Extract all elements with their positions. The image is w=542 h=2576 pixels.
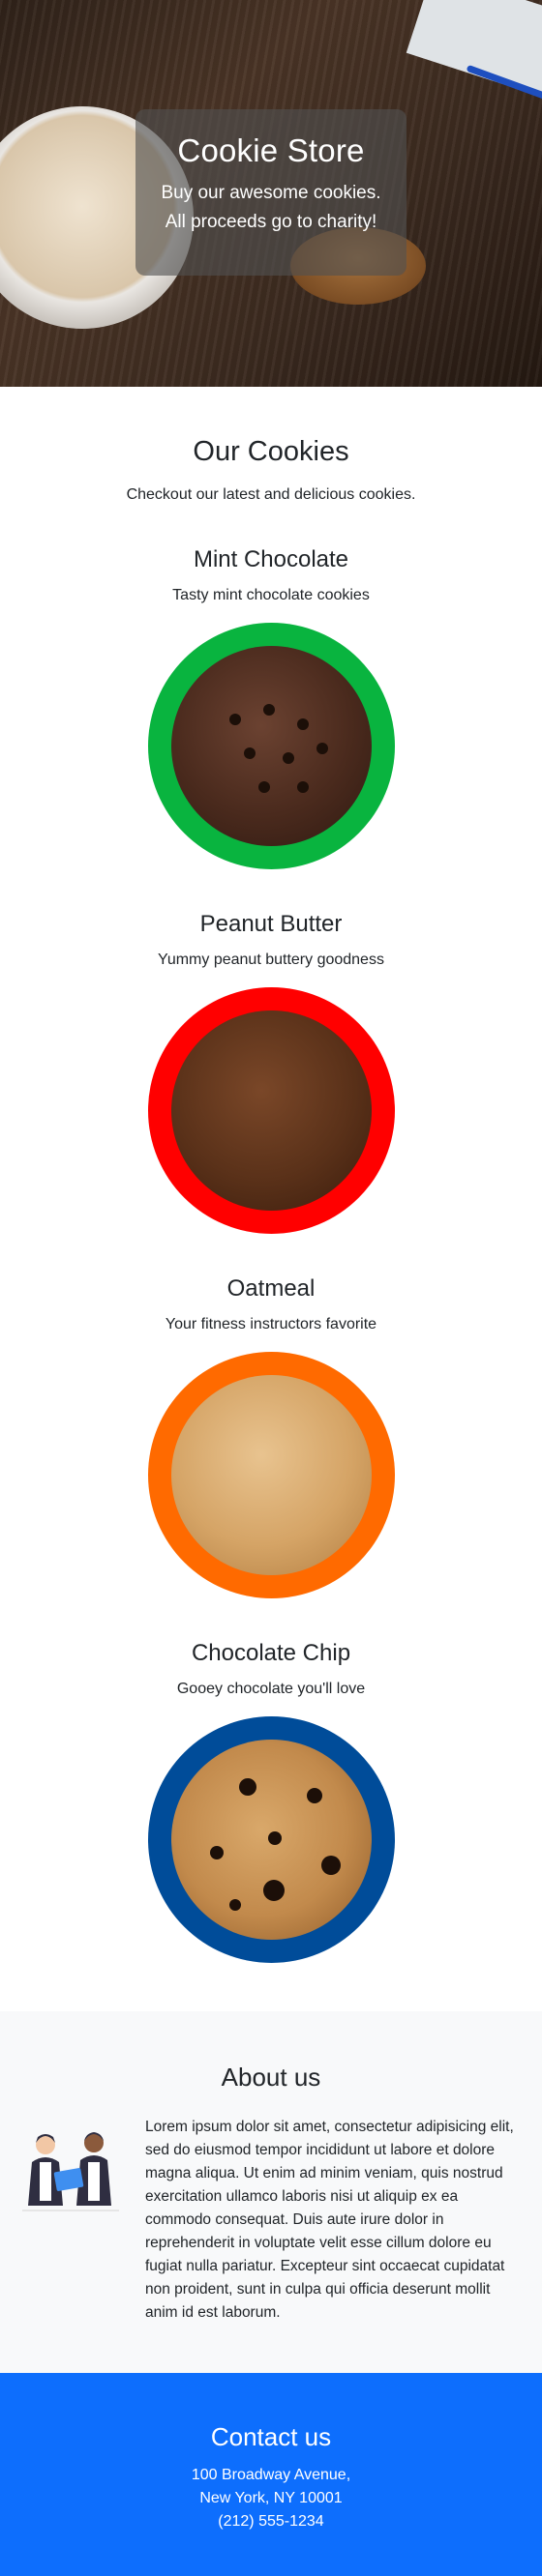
hero-caption-box: Cookie Store Buy our awesome cookies. Al…	[136, 109, 406, 276]
about-section: About us Lorem ipsum dolor sit amet, con…	[0, 2011, 542, 2373]
hero-subtitle: Buy our awesome cookies. All proceeds go…	[136, 179, 406, 237]
cookie-card-mint-chocolate: Mint Chocolate Tasty mint chocolate cook…	[0, 545, 542, 869]
cookie-ring	[147, 1352, 395, 1598]
cookie-name: Chocolate Chip	[191, 1640, 351, 1666]
section-subtitle: Checkout our latest and delicious cookie…	[126, 486, 416, 503]
hero-banner: Cookie Store Buy our awesome cookies. Al…	[0, 0, 542, 387]
about-content: Lorem ipsum dolor sit amet, consectetur …	[0, 2116, 542, 2325]
address-line-1: 100 Broadway Avenue,	[191, 2467, 351, 2483]
mint-chocolate-cookie-image	[170, 646, 372, 846]
contact-section: Contact us 100 Broadway Avenue, New York…	[0, 2373, 542, 2576]
cookie-name: Mint Chocolate	[193, 546, 349, 572]
contact-details: 100 Broadway Avenue, New York, NY 10001 …	[0, 2464, 542, 2533]
cookie-description: Yummy peanut buttery goodness	[158, 951, 384, 968]
cookie-description: Gooey chocolate you'll love	[176, 1681, 366, 1697]
phone-number: (212) 555-1234	[218, 2513, 324, 2530]
about-text: Lorem ipsum dolor sit amet, consectetur …	[145, 2119, 514, 2321]
address-line-2: New York, NY 10001	[199, 2490, 343, 2506]
cookie-name: Oatmeal	[226, 1275, 316, 1302]
chocolate-chip-cookie-image	[170, 1740, 372, 1940]
cookie-ring	[147, 1716, 395, 1963]
cookie-description: Tasty mint chocolate cookies	[172, 587, 370, 603]
cookie-card-peanut-butter: Peanut Butter Yummy peanut buttery goodn…	[0, 910, 542, 1234]
team-illustration	[22, 2132, 119, 2211]
cookie-ring	[147, 987, 395, 1234]
hero-title: Cookie Store	[177, 132, 365, 168]
cookie-card-oatmeal: Oatmeal Your fitness instructors favorit…	[0, 1274, 542, 1598]
cookies-section: Our Cookies Checkout our latest and deli…	[0, 387, 542, 1963]
cookie-name: Peanut Butter	[199, 911, 343, 937]
hero-subtitle-line-1: Buy our awesome cookies.	[161, 183, 381, 203]
contact-title: Contact us	[210, 2422, 332, 2451]
cookie-description: Your fitness instructors favorite	[165, 1316, 377, 1332]
hero-subtitle-line-2: All proceeds go to charity!	[165, 212, 377, 232]
cookie-card-chocolate-chip: Chocolate Chip Gooey chocolate you'll lo…	[0, 1639, 542, 1963]
section-title: Our Cookies	[193, 436, 349, 467]
oatmeal-cookie-image	[170, 1375, 372, 1575]
cookie-ring	[147, 623, 395, 869]
peanut-butter-cookie-image	[170, 1010, 372, 1211]
about-title: About us	[221, 2063, 321, 2092]
